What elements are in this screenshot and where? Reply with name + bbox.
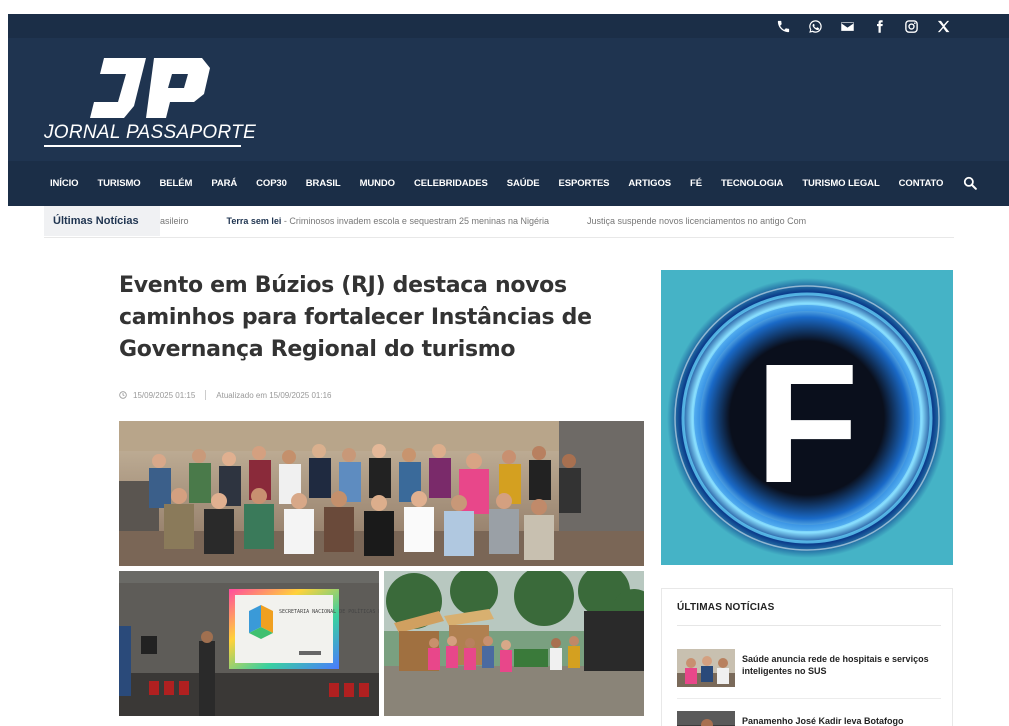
instagram-icon[interactable] bbox=[903, 18, 919, 34]
updated-date: Atualizado em 15/09/2025 01:16 bbox=[216, 390, 332, 400]
nav-item-turismo-legal[interactable]: TURISMO LEGAL bbox=[802, 178, 879, 189]
nav-item-inicio[interactable]: INÍCIO bbox=[50, 178, 79, 189]
article-title: Evento em Búzios (RJ) destaca novos cami… bbox=[119, 273, 592, 362]
nav-item-celebridades[interactable]: CELEBRIDADES bbox=[414, 178, 488, 189]
latest-news-title: ÚLTIMAS NOTÍCIAS bbox=[677, 602, 775, 613]
phone-icon[interactable] bbox=[775, 18, 791, 34]
nav-item-para[interactable]: PARÁ bbox=[211, 178, 237, 189]
email-icon[interactable] bbox=[839, 18, 855, 34]
logo-name: JORNAL PASSAPORTE bbox=[44, 122, 257, 143]
latest-news-widget: ÚLTIMAS NOTÍCIAS Saúde anuncia rede de h… bbox=[661, 588, 953, 726]
article-photo-main[interactable] bbox=[119, 421, 644, 566]
list-item[interactable]: Panamenho José Kadir leva Botafogo bbox=[677, 711, 941, 726]
article-photo-outdoor[interactable] bbox=[384, 571, 644, 716]
news-title[interactable]: Panamenho José Kadir leva Botafogo bbox=[742, 715, 932, 726]
nav-item-esportes[interactable]: ESPORTES bbox=[558, 178, 609, 189]
group-photo-image bbox=[119, 421, 644, 566]
search-icon[interactable] bbox=[963, 176, 977, 190]
news-title[interactable]: Saúde anuncia rede de hospitais e serviç… bbox=[742, 653, 932, 677]
nav-item-cop30[interactable]: COP30 bbox=[256, 178, 287, 189]
ticker-item[interactable]: Justiça suspende novos licenciamentos no… bbox=[587, 216, 806, 226]
nav-item-tecnologia[interactable]: TECNOLOGIA bbox=[721, 178, 783, 189]
nav-item-artigos[interactable]: ARTIGOS bbox=[628, 178, 671, 189]
news-divider bbox=[677, 698, 941, 699]
nav-item-contato[interactable]: CONTATO bbox=[899, 178, 944, 189]
ticker-item-prefix: Terra sem lei bbox=[226, 216, 282, 226]
outdoor-photo-image bbox=[384, 571, 644, 716]
clock-icon bbox=[119, 391, 127, 399]
site-logo[interactable]: JORNAL PASSAPORTE bbox=[44, 56, 264, 156]
news-ticker: Últimas Notícias asileiro Terra sem lei … bbox=[44, 206, 954, 238]
nav-item-brasil[interactable]: BRASIL bbox=[306, 178, 341, 189]
nav-item-mundo[interactable]: MUNDO bbox=[360, 178, 395, 189]
whatsapp-icon[interactable] bbox=[807, 18, 823, 34]
nav-item-fe[interactable]: FÉ bbox=[690, 178, 702, 189]
nav-item-turismo[interactable]: TURISMO bbox=[97, 178, 140, 189]
ticker-item-text: Justiça suspende novos licenciamentos no… bbox=[587, 216, 807, 226]
nav-item-belem[interactable]: BELÉM bbox=[160, 178, 193, 189]
news-thumbnail bbox=[677, 711, 735, 726]
logo-wordmark: JORNAL PASSAPORTE bbox=[44, 122, 256, 147]
ad-swirl-graphic: F bbox=[667, 278, 947, 558]
main-navigation: INÍCIO TURISMO BELÉM PARÁ COP30 BRASIL M… bbox=[8, 161, 1009, 206]
news-thumbnail bbox=[677, 649, 735, 687]
logo-underline bbox=[44, 145, 241, 147]
ad-letter: F bbox=[755, 329, 859, 519]
presentation-photo-image: SECRETARIA NACIONAL DE POLÍTICAS DE TURI… bbox=[119, 571, 379, 716]
logo-mark-icon bbox=[90, 58, 210, 118]
ticker-item-text: - Criminosos invadem escola e sequestram… bbox=[281, 216, 550, 226]
meta-divider bbox=[205, 390, 207, 400]
x-icon[interactable] bbox=[935, 18, 951, 34]
slide-text: SECRETARIA NACIONAL DE POLÍTICAS DE TURI… bbox=[279, 607, 379, 615]
sidebar-advertisement[interactable]: F bbox=[661, 270, 953, 565]
list-item[interactable]: Saúde anuncia rede de hospitais e serviç… bbox=[677, 649, 941, 699]
ticker-item[interactable]: Terra sem lei - Criminosos invadem escol… bbox=[227, 216, 550, 226]
widget-divider bbox=[677, 625, 941, 626]
article-meta: 15/09/2025 01:15 Atualizado em 15/09/202… bbox=[119, 390, 331, 400]
ticker-track: asileiro Terra sem lei - Criminosos inva… bbox=[160, 206, 844, 236]
nav-item-saude[interactable]: SAÚDE bbox=[507, 178, 540, 189]
site-header: JORNAL PASSAPORTE INÍCIO TURISMO BELÉM P… bbox=[8, 14, 1009, 206]
article-photo-presentation[interactable]: SECRETARIA NACIONAL DE POLÍTICAS DE TURI… bbox=[119, 571, 379, 716]
top-bar bbox=[8, 14, 1009, 38]
ticker-item-text: asileiro bbox=[160, 216, 189, 226]
social-links bbox=[775, 18, 951, 34]
facebook-icon[interactable] bbox=[871, 18, 887, 34]
published-date: 15/09/2025 01:15 bbox=[133, 390, 196, 400]
ticker-item[interactable]: asileiro bbox=[160, 216, 189, 226]
ticker-label: Últimas Notícias bbox=[44, 206, 160, 236]
